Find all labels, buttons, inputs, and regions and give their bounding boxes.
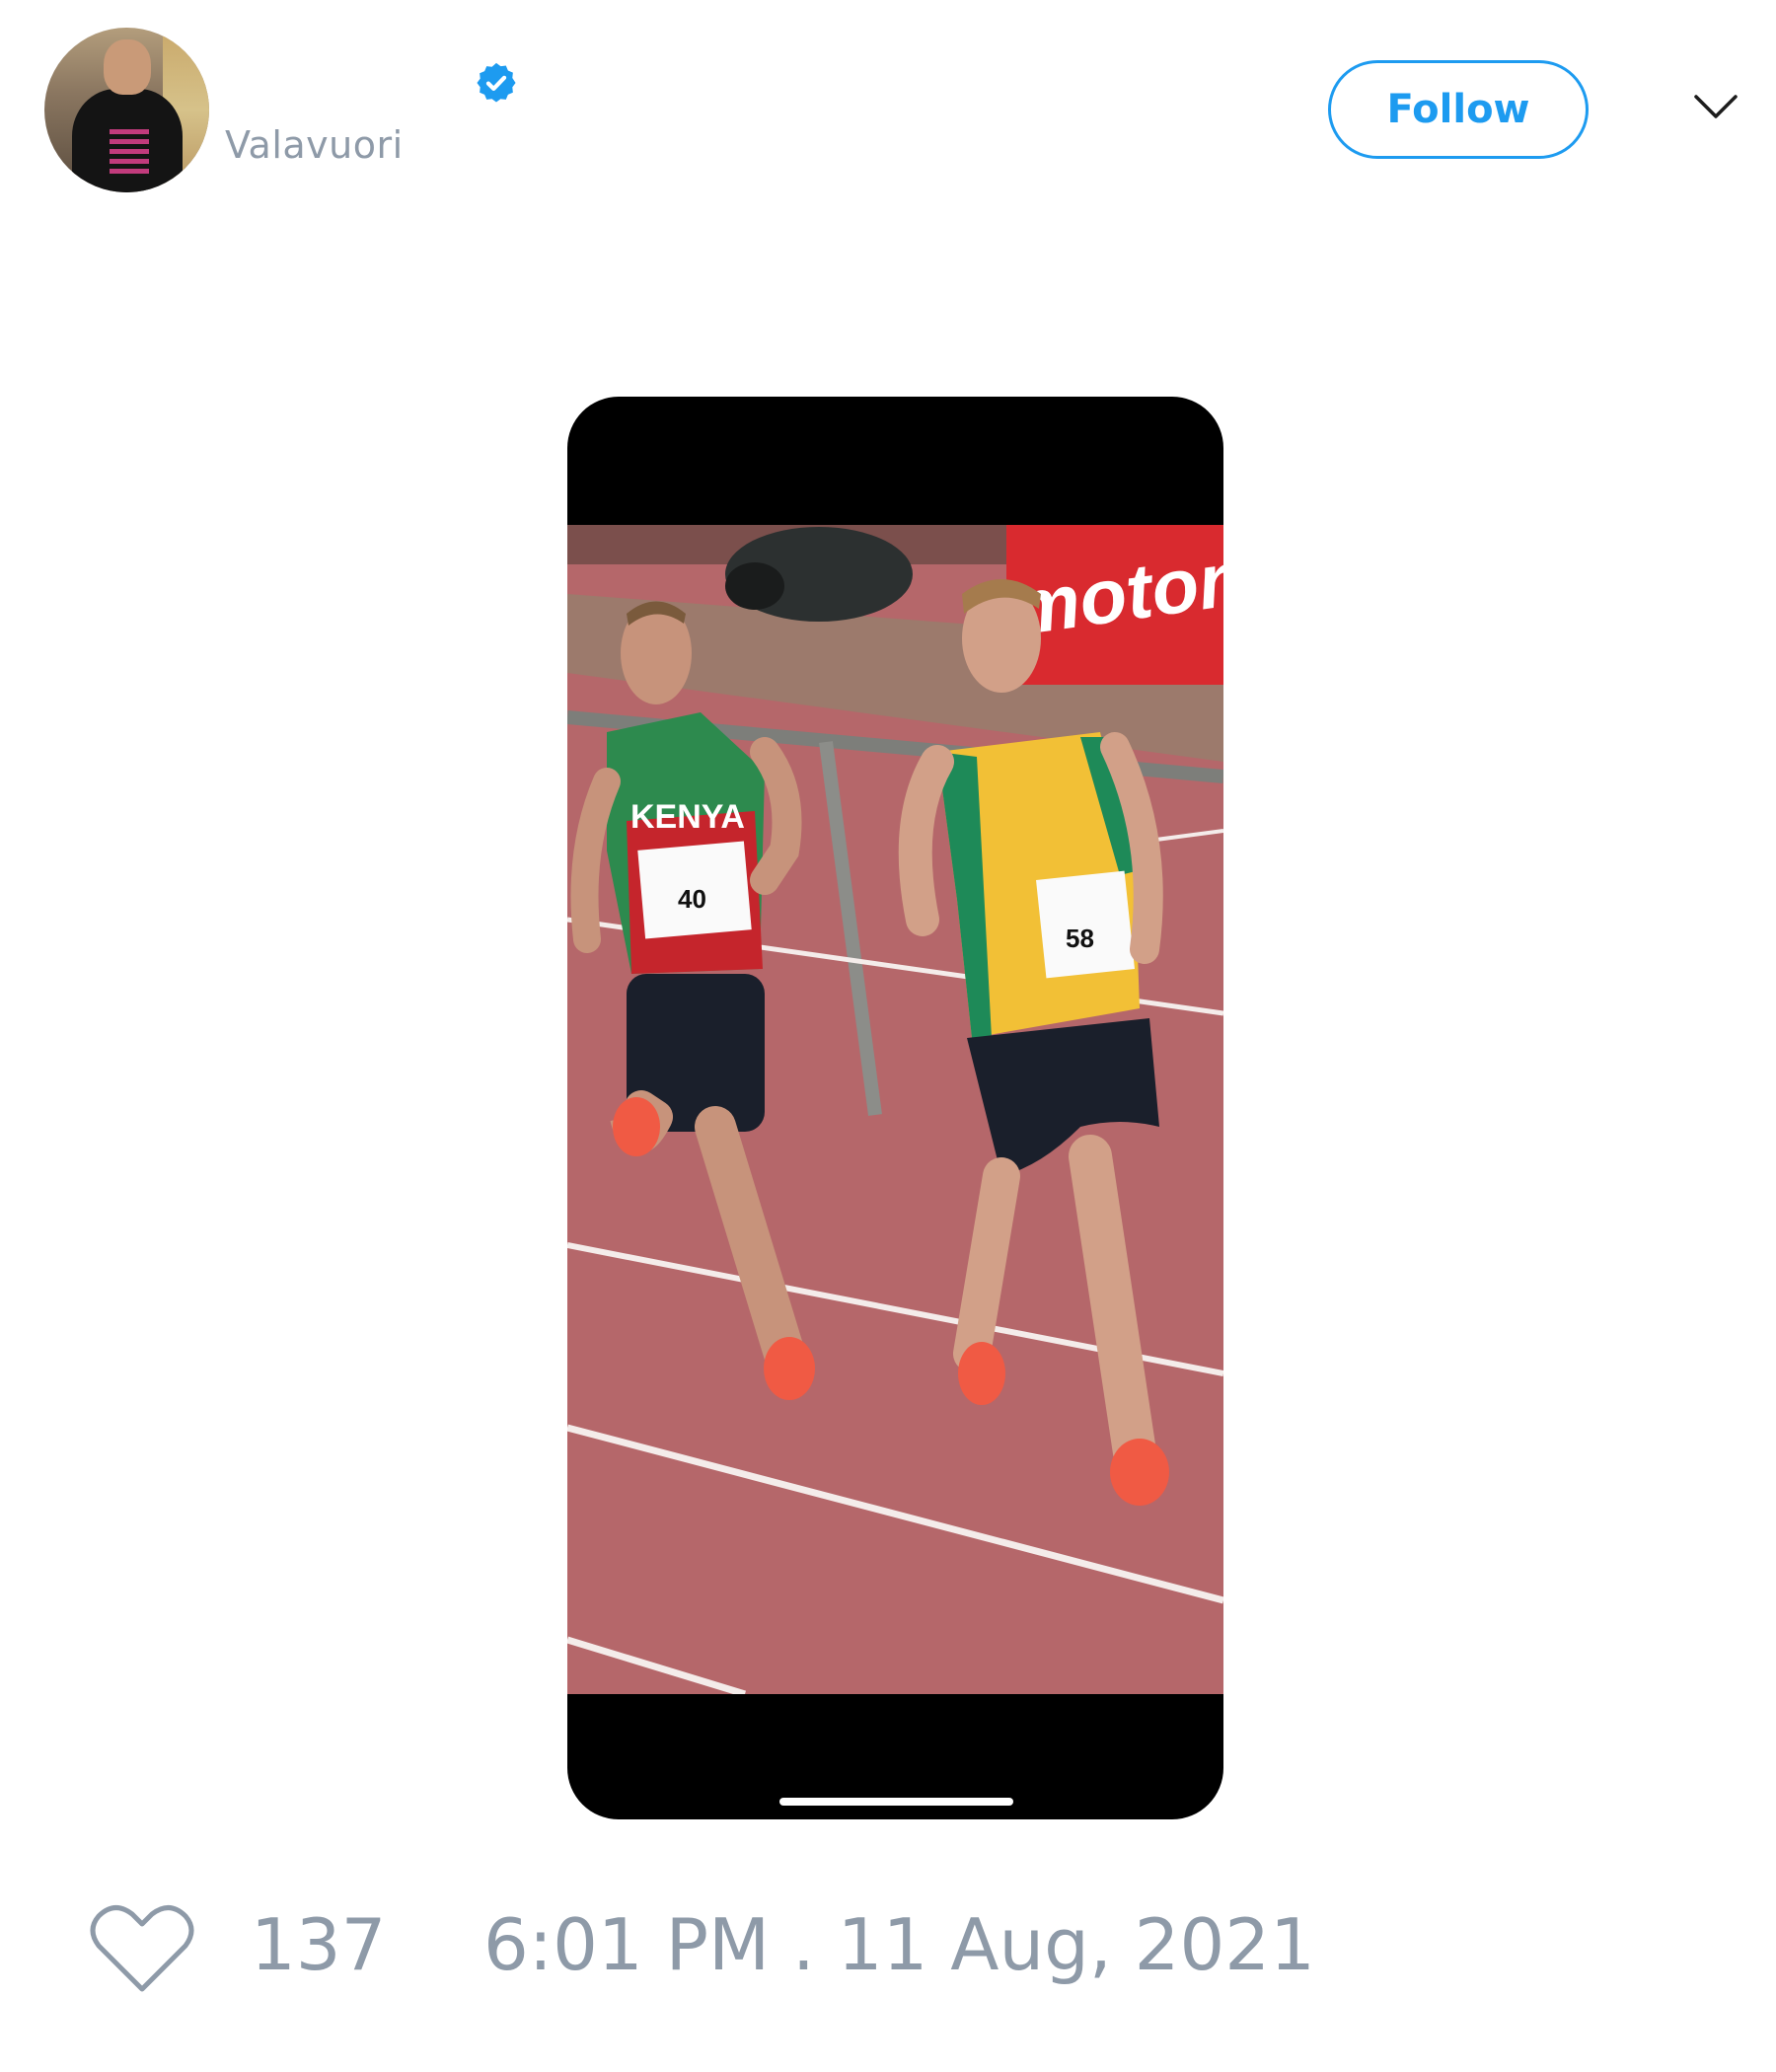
like-count: 137: [251, 1903, 387, 1986]
home-indicator: [779, 1798, 1013, 1806]
avatar-head: [104, 39, 151, 95]
bib-right: 58: [1066, 924, 1094, 953]
avatar[interactable]: [44, 28, 209, 192]
jersey-left-text: KENYA: [630, 798, 745, 836]
avatar-shirt-print: [110, 126, 149, 174]
chevron-down-icon[interactable]: [1693, 92, 1739, 121]
author-handle[interactable]: Valavuori: [225, 126, 404, 164]
follow-button[interactable]: Follow: [1328, 60, 1589, 159]
heart-icon[interactable]: [89, 1900, 195, 1995]
bib-left: 40: [678, 884, 706, 914]
tweet-timestamp[interactable]: 6:01 PM . 11 Aug, 2021: [483, 1909, 1315, 1980]
video-frame: motonet KENYA 40 58: [567, 525, 1223, 1694]
verified-badge-icon: [477, 62, 516, 103]
tweet-video[interactable]: motonet KENYA 40 58: [567, 397, 1223, 1819]
